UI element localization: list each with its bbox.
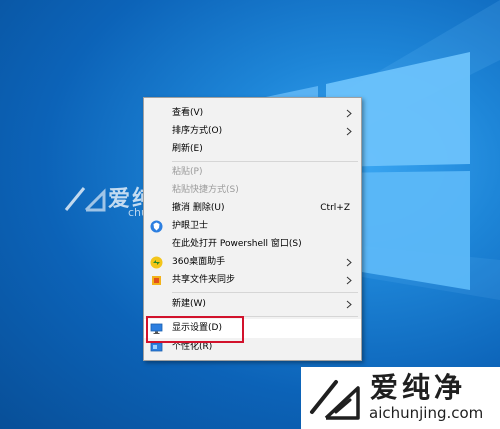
menu-item-label: 护眼卫士 bbox=[172, 221, 209, 231]
menu-item-shortcut: Ctrl+Z bbox=[320, 203, 350, 213]
menu-item-refresh[interactable]: 刷新(E) bbox=[144, 140, 361, 159]
menu-item-label: 查看(V) bbox=[172, 108, 204, 118]
menu-item-sort-by[interactable]: 排序方式(O) bbox=[144, 122, 361, 141]
chevron-right-icon bbox=[346, 109, 352, 118]
menu-item-label: 在此处打开 Powershell 窗口(S) bbox=[172, 239, 302, 249]
menu-item-new[interactable]: 新建(W) bbox=[144, 295, 361, 314]
menu-separator bbox=[172, 161, 358, 162]
menu-item-label: 粘贴快捷方式(S) bbox=[172, 185, 239, 195]
watermark-title: 爱纯净 bbox=[370, 371, 467, 404]
highlight-box bbox=[146, 316, 244, 343]
chevron-right-icon bbox=[346, 258, 352, 267]
menu-item-paste-shortcut[interactable]: 粘贴快捷方式(S) bbox=[144, 181, 361, 200]
menu-item-label: 排序方式(O) bbox=[172, 126, 223, 136]
menu-item-shared-folder-sync[interactable]: 共享文件夹同步 bbox=[144, 271, 361, 290]
chevron-right-icon bbox=[346, 127, 352, 136]
folder-sync-icon bbox=[152, 276, 161, 285]
chevron-right-icon bbox=[346, 276, 352, 285]
menu-item-label: 撤消 删除(U) bbox=[172, 203, 225, 213]
menu-item-360-desktop-assistant[interactable]: 360桌面助手 bbox=[144, 253, 361, 272]
menu-item-view[interactable]: 查看(V) bbox=[144, 104, 361, 123]
menu-item-undo-delete[interactable]: 撤消 删除(U) Ctrl+Z bbox=[144, 199, 361, 218]
menu-item-label: 360桌面助手 bbox=[172, 257, 226, 267]
chevron-right-icon bbox=[346, 300, 352, 309]
shield-icon bbox=[150, 220, 163, 233]
menu-item-eye-guard[interactable]: 护眼卫士 bbox=[144, 217, 361, 236]
menu-item-open-powershell[interactable]: 在此处打开 Powershell 窗口(S) bbox=[144, 235, 361, 254]
watermark-url: aichunjing.com bbox=[369, 404, 484, 422]
menu-item-label: 共享文件夹同步 bbox=[172, 275, 236, 285]
menu-item-label: 刷新(E) bbox=[172, 144, 203, 154]
menu-item-paste[interactable]: 粘贴(P) bbox=[144, 163, 361, 182]
menu-item-label: 粘贴(P) bbox=[172, 167, 203, 177]
desktop-assistant-icon bbox=[150, 256, 163, 269]
menu-separator bbox=[172, 292, 358, 293]
watermark-brand-logo-icon bbox=[310, 380, 360, 420]
menu-item-label: 新建(W) bbox=[172, 299, 206, 309]
